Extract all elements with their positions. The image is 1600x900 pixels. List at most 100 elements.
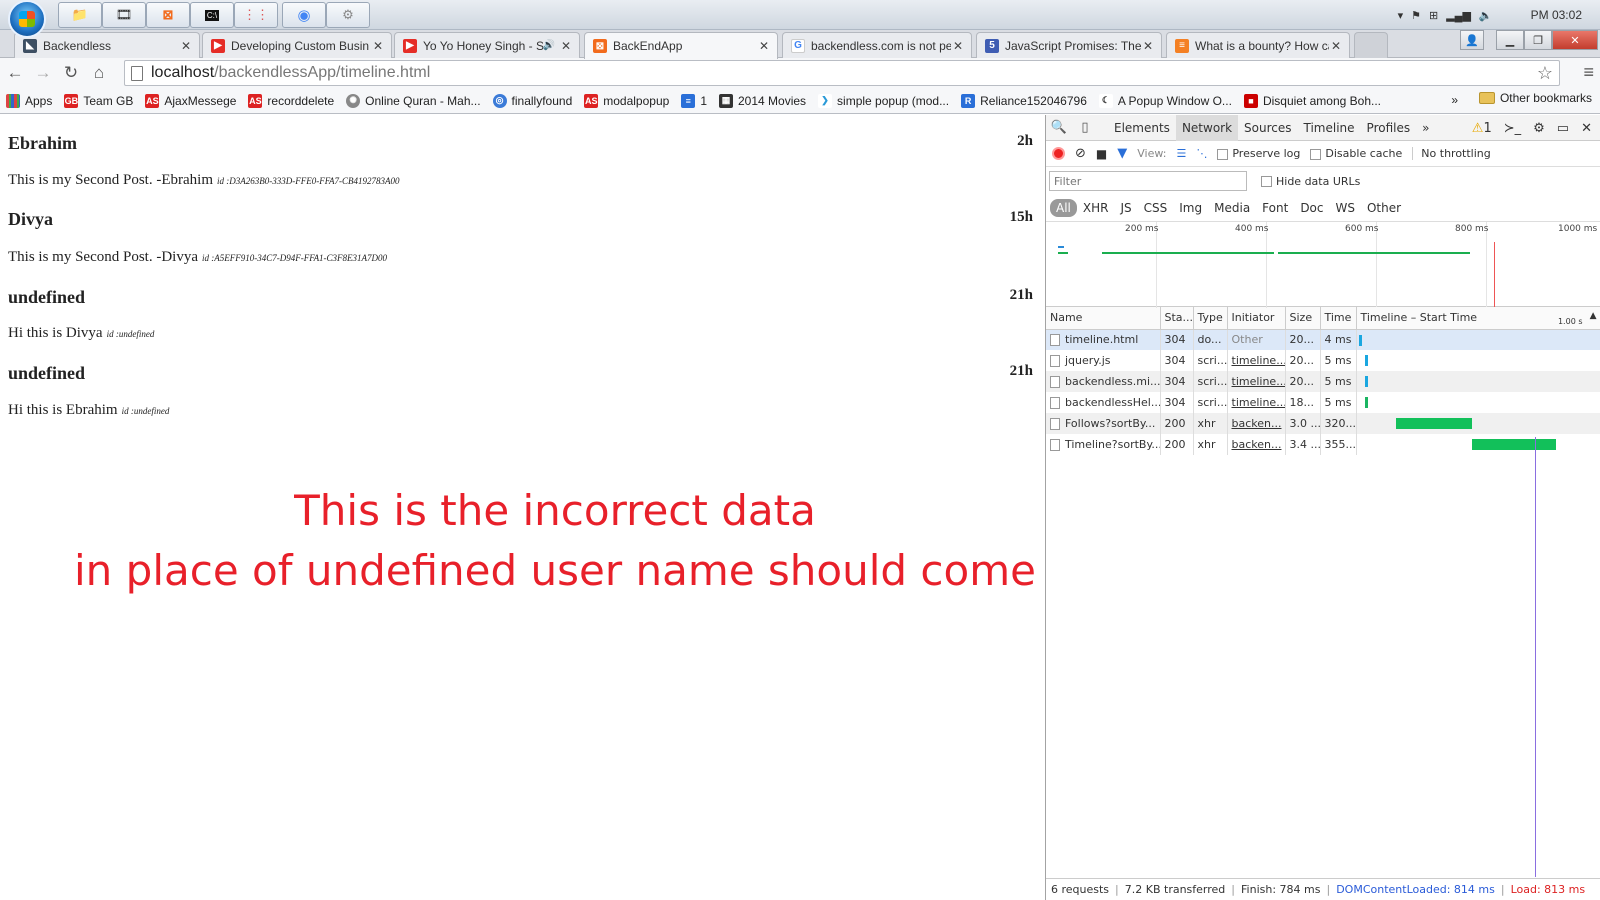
column-size[interactable]: Size	[1285, 307, 1321, 330]
cell-initiator-text[interactable]: timeline...	[1232, 375, 1285, 388]
table-row[interactable]: timeline.html 304 do... Other 20... 4 ms	[1046, 329, 1600, 350]
new-tab-button[interactable]	[1354, 32, 1388, 58]
bookmark-team-gb[interactable]: GB Team GB	[64, 93, 133, 108]
flag-icon[interactable]: ⚑	[1411, 9, 1421, 22]
warning-count[interactable]: ⚠1	[1472, 121, 1492, 136]
filter-other[interactable]: Other	[1361, 199, 1407, 217]
close-icon[interactable]: ✕	[1141, 39, 1155, 53]
table-row[interactable]: Timeline?sortBy... 200 xhr backen... 3.4 ...…	[1046, 434, 1600, 455]
menu-icon[interactable]: ≡	[1583, 62, 1594, 83]
tab-backendless-not[interactable]: G backendless.com is not pe ✕	[782, 32, 972, 58]
volume-icon[interactable]: 🔈	[1479, 9, 1493, 22]
device-mode-icon[interactable]: ▯	[1072, 120, 1098, 135]
filter-ws[interactable]: WS	[1330, 199, 1361, 217]
tab-developing-custom[interactable]: ▶ Developing Custom Busin ✕	[202, 32, 392, 58]
column-initiator[interactable]: Initiator	[1227, 307, 1286, 330]
tab-network[interactable]: Network	[1175, 114, 1239, 141]
column-time[interactable]: Time	[1320, 307, 1357, 330]
film-icon[interactable]: 🎞	[102, 2, 146, 28]
close-icon[interactable]: ✕	[1329, 39, 1343, 53]
filter-icon[interactable]: ▼	[1117, 146, 1127, 161]
bookmark-modalpopup[interactable]: AS modalpopup	[584, 93, 669, 108]
list-view-icon[interactable]: ☰	[1176, 147, 1186, 160]
tab-yo-yo-honey-singh[interactable]: ▶ Yo Yo Honey Singh - S 🔊 ✕	[394, 32, 580, 58]
disable-cache-checkbox[interactable]: Disable cache	[1310, 147, 1402, 160]
close-icon[interactable]: ✕	[179, 39, 193, 53]
close-icon[interactable]: ✕	[371, 39, 385, 53]
other-bookmarks[interactable]: Other bookmarks	[1478, 91, 1592, 105]
clock[interactable]: PM 03:02	[1531, 8, 1582, 22]
bookmark-finallyfound[interactable]: ◎ finallyfound	[492, 93, 572, 108]
inspect-search-icon[interactable]: 🔍	[1046, 120, 1072, 135]
cell-initiator-text[interactable]: backen...	[1232, 438, 1282, 451]
dock-icon[interactable]: ▭	[1557, 121, 1569, 136]
bookmark-disquiet[interactable]: ■ Disquiet among Boh...	[1243, 93, 1381, 108]
minimize-button[interactable]: ▁	[1496, 30, 1524, 50]
cell-initiator-text[interactable]: timeline...	[1232, 396, 1285, 409]
cmd-icon[interactable]: C:\	[190, 2, 234, 28]
user-profile-icon[interactable]: 👤	[1460, 30, 1484, 50]
gear-icon[interactable]: ⚙	[1533, 121, 1545, 136]
restore-button[interactable]: ❐	[1524, 30, 1552, 50]
close-icon[interactable]: ✕	[951, 39, 965, 53]
tab-what-is-bounty[interactable]: ≡ What is a bounty? How ca ✕	[1166, 32, 1350, 58]
table-row[interactable]: backendlessHel... 304 scri... timeline... 18…	[1046, 392, 1600, 413]
column-timeline[interactable]: Timeline – Start Time 1.00 s ▲	[1356, 307, 1600, 330]
folder-icon[interactable]: 📁	[58, 2, 102, 28]
column-type[interactable]: Type	[1193, 307, 1228, 330]
bookmark-online-quran[interactable]: ✺ Online Quran - Mah...	[346, 93, 481, 108]
more-tabs-icon[interactable]: »	[1416, 115, 1435, 141]
waterfall-view-icon[interactable]: ⋱	[1196, 147, 1207, 160]
throttling-select[interactable]: No throttling	[1412, 147, 1491, 160]
chevron-up-icon[interactable]: ▾	[1398, 9, 1404, 22]
table-row[interactable]: jquery.js 304 scri... timeline... 20... 5 ms	[1046, 350, 1600, 371]
filter-doc[interactable]: Doc	[1294, 199, 1329, 217]
back-arrow-icon[interactable]: ←	[2, 60, 28, 86]
column-status[interactable]: Sta...	[1160, 307, 1194, 330]
filter-font[interactable]: Font	[1256, 199, 1294, 217]
close-window-button[interactable]: ✕	[1552, 30, 1598, 50]
forward-arrow-icon[interactable]: →	[30, 60, 56, 86]
table-row[interactable]: Follows?sortBy... 200 xhr backen... 3.0 ... 3…	[1046, 413, 1600, 434]
cell-initiator-text[interactable]: timeline...	[1232, 354, 1285, 367]
chrome-icon[interactable]: ◉	[282, 2, 326, 28]
tab-backendless[interactable]: ◣ Backendless ✕	[14, 32, 200, 58]
network-overview[interactable]: 200 ms 400 ms 600 ms 800 ms 1000 ms	[1046, 221, 1600, 308]
bookmark-ajaxmessege[interactable]: AS AjaxMessege	[145, 93, 236, 108]
tab-javascript-promises[interactable]: 5 JavaScript Promises: There ✕	[976, 32, 1162, 58]
close-icon[interactable]: ✕	[757, 39, 771, 53]
start-button[interactable]	[8, 0, 46, 38]
xampp-icon[interactable]: ⊠	[146, 2, 190, 28]
filter-input[interactable]	[1049, 171, 1247, 191]
preserve-log-checkbox[interactable]: Preserve log	[1217, 147, 1300, 160]
bookmark-1[interactable]: ≡ 1	[681, 93, 707, 108]
bookmark-2014-movies[interactable]: ▦ 2014 Movies	[719, 93, 806, 108]
filter-js[interactable]: JS	[1114, 199, 1137, 217]
filter-media[interactable]: Media	[1208, 199, 1256, 217]
record-icon[interactable]	[1052, 147, 1065, 160]
filter-img[interactable]: Img	[1173, 199, 1208, 217]
clear-icon[interactable]: ⊘	[1075, 146, 1086, 161]
bookmark-recorddelete[interactable]: AS recorddelete	[248, 93, 334, 108]
bookmark-apps[interactable]: Apps	[6, 93, 52, 108]
bookmark-popup-window[interactable]: ☾ A Popup Window O...	[1098, 93, 1232, 108]
filter-css[interactable]: CSS	[1138, 199, 1174, 217]
table-row[interactable]: backendless.mi... 304 scri... timeline... 20…	[1046, 371, 1600, 392]
bookmark-simple-popup[interactable]: ❯ simple popup (mod...	[818, 93, 949, 108]
console-prompt-icon[interactable]: ≻_	[1504, 121, 1521, 136]
windows-icon[interactable]: ⊞	[1429, 9, 1438, 22]
home-icon[interactable]: ⌂	[86, 60, 112, 86]
address-bar[interactable]: localhost/backendlessApp/timeline.html ☆	[124, 60, 1560, 86]
bookmark-reliance[interactable]: R Reliance152046796	[961, 93, 1087, 108]
bookmark-star-icon[interactable]: ☆	[1537, 63, 1553, 84]
column-name[interactable]: Name	[1046, 307, 1161, 330]
tab-timeline[interactable]: Timeline	[1298, 115, 1361, 141]
reload-icon[interactable]: ↻	[58, 60, 84, 86]
camera-icon[interactable]: ■	[1096, 147, 1107, 161]
filter-all[interactable]: All	[1050, 199, 1077, 217]
cell-initiator-text[interactable]: backen...	[1232, 417, 1282, 430]
close-icon[interactable]: ✕	[559, 39, 573, 53]
bookmarks-overflow-icon[interactable]: »	[1451, 93, 1458, 107]
network-icon[interactable]: ▂▄▆	[1446, 9, 1471, 22]
tab-sources[interactable]: Sources	[1238, 115, 1297, 141]
